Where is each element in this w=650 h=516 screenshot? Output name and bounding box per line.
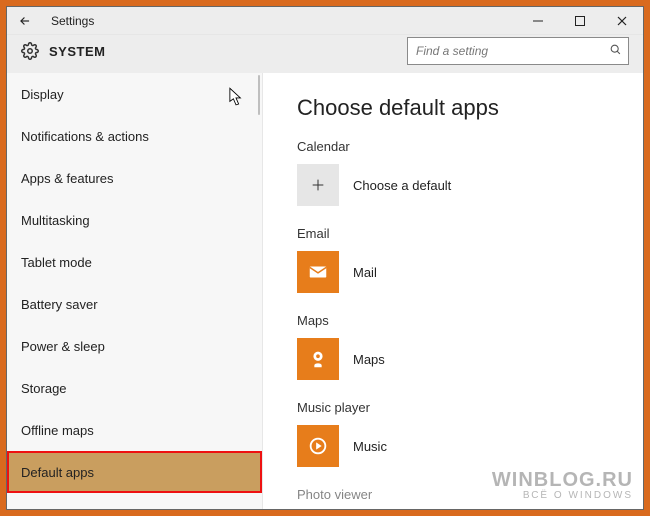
sidebar-item-label: Battery saver <box>21 297 98 312</box>
sidebar-item-label: About <box>21 507 55 510</box>
gear-icon <box>21 42 39 60</box>
app-row-music[interactable]: Music <box>297 425 621 467</box>
sidebar-item-label: Storage <box>21 381 67 396</box>
app-name: Music <box>353 439 387 454</box>
search-input[interactable] <box>407 37 629 65</box>
music-icon <box>297 425 339 467</box>
sidebar-item-label: Offline maps <box>21 423 94 438</box>
sidebar-item-offline-maps[interactable]: Offline maps <box>7 409 262 451</box>
app-row-calendar[interactable]: Choose a default <box>297 164 621 206</box>
category-email: Email <box>297 226 621 241</box>
sidebar-item-label: Default apps <box>21 465 94 480</box>
category-music: Music player <box>297 400 621 415</box>
sidebar-item-multitasking[interactable]: Multitasking <box>7 199 262 241</box>
app-row-email[interactable]: Mail <box>297 251 621 293</box>
sidebar-item-battery-saver[interactable]: Battery saver <box>7 283 262 325</box>
maps-icon <box>297 338 339 380</box>
search-wrap <box>407 37 629 65</box>
sidebar-item-notifications[interactable]: Notifications & actions <box>7 115 262 157</box>
mail-icon <box>297 251 339 293</box>
sidebar-item-apps-features[interactable]: Apps & features <box>7 157 262 199</box>
maximize-button[interactable] <box>559 7 601 35</box>
app-name: Mail <box>353 265 377 280</box>
window-controls <box>517 7 643 35</box>
page-title: Choose default apps <box>297 95 621 121</box>
sidebar-item-label: Power & sleep <box>21 339 105 354</box>
content-pane: Choose default apps Calendar Choose a de… <box>263 73 643 509</box>
category-photo-viewer: Photo viewer <box>297 487 621 502</box>
header-row: SYSTEM <box>7 35 643 73</box>
minimize-button[interactable] <box>517 7 559 35</box>
body: Display Notifications & actions Apps & f… <box>7 73 643 509</box>
plus-icon <box>297 164 339 206</box>
header-label: SYSTEM <box>49 44 105 59</box>
search-icon <box>609 43 622 59</box>
close-button[interactable] <box>601 7 643 35</box>
sidebar-item-about[interactable]: About <box>7 493 262 509</box>
scrollbar-thumb[interactable] <box>258 75 260 115</box>
settings-window: Settings SYSTEM Display Notifications & … <box>6 6 644 510</box>
sidebar-item-label: Apps & features <box>21 171 114 186</box>
app-row-maps[interactable]: Maps <box>297 338 621 380</box>
sidebar-item-storage[interactable]: Storage <box>7 367 262 409</box>
sidebar-item-tablet-mode[interactable]: Tablet mode <box>7 241 262 283</box>
sidebar-item-power-sleep[interactable]: Power & sleep <box>7 325 262 367</box>
category-calendar: Calendar <box>297 139 621 154</box>
titlebar: Settings <box>7 7 643 35</box>
app-name: Choose a default <box>353 178 451 193</box>
sidebar-item-default-apps[interactable]: Default apps <box>7 451 262 493</box>
category-maps: Maps <box>297 313 621 328</box>
sidebar-item-label: Display <box>21 87 64 102</box>
sidebar-item-label: Multitasking <box>21 213 90 228</box>
sidebar-item-label: Tablet mode <box>21 255 92 270</box>
app-name: Maps <box>353 352 385 367</box>
sidebar: Display Notifications & actions Apps & f… <box>7 73 263 509</box>
sidebar-item-label: Notifications & actions <box>21 129 149 144</box>
back-button[interactable] <box>7 7 43 34</box>
window-title: Settings <box>51 14 94 28</box>
sidebar-item-display[interactable]: Display <box>7 73 262 115</box>
